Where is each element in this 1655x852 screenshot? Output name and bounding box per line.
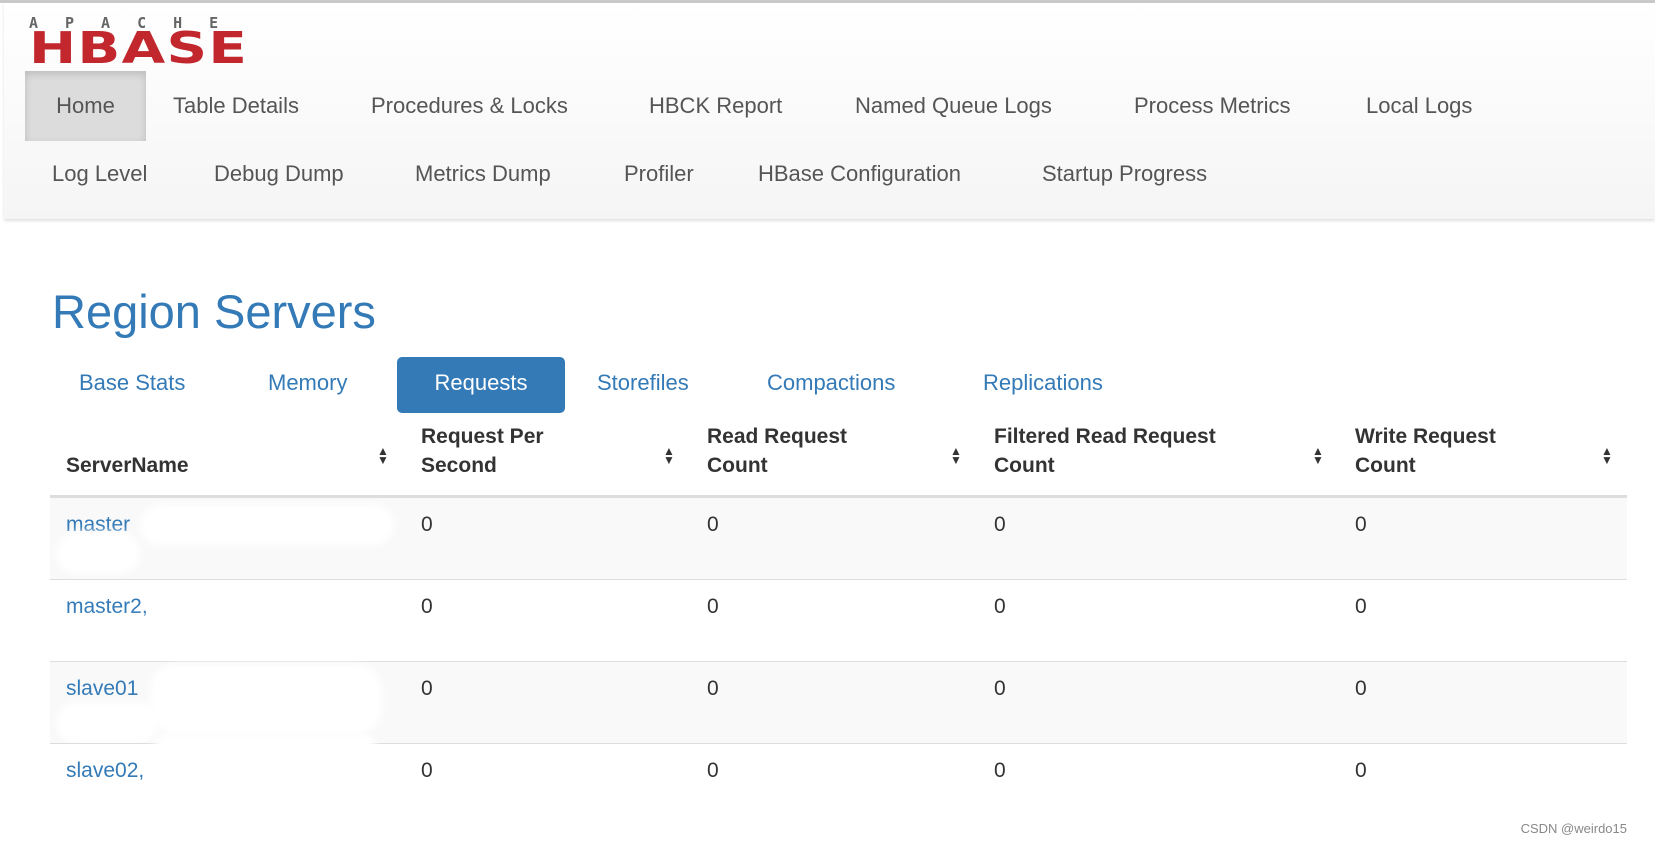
nav-log-level[interactable]: Log Level — [52, 139, 147, 209]
col-header-line: Count — [994, 454, 1055, 477]
cell-write-request-count: 0 — [1355, 513, 1367, 536]
page-title: Region Servers — [52, 285, 376, 338]
hbase-logo[interactable]: APACHE HBASE — [29, 14, 291, 74]
cell-request-per-second: 0 — [421, 595, 433, 618]
table-row: master 0 0 0 0 — [50, 497, 1627, 580]
redaction-mask — [62, 538, 134, 568]
nav-process-metrics[interactable]: Process Metrics — [1134, 71, 1290, 141]
server-link[interactable]: master2, — [66, 592, 148, 621]
table-row: slave01 0 0 0 0 — [50, 661, 1627, 744]
cell-write-request-count: 0 — [1355, 677, 1367, 700]
sort-icon[interactable]: ▲ ▼ — [663, 445, 675, 466]
cell-filtered-read-request-count: 0 — [994, 677, 1006, 700]
tab-compactions[interactable]: Compactions — [767, 357, 895, 413]
nav-local-logs[interactable]: Local Logs — [1366, 71, 1472, 141]
col-header-servername-label: ServerName — [66, 454, 189, 477]
nav-profiler[interactable]: Profiler — [624, 139, 694, 209]
col-header-read-request-count[interactable]: Read Request Count — [707, 422, 847, 480]
nav-hbase-configuration[interactable]: HBase Configuration — [758, 139, 961, 209]
redaction-mask — [160, 740, 370, 752]
cell-read-request-count: 0 — [707, 677, 719, 700]
col-header-line: Second — [421, 454, 497, 477]
sort-icon[interactable]: ▲ ▼ — [950, 445, 962, 466]
sort-icon[interactable]: ▲ ▼ — [377, 445, 389, 466]
nav-named-queue-logs[interactable]: Named Queue Logs — [855, 71, 1052, 141]
server-link[interactable]: slave01 — [66, 674, 138, 703]
nav-hbck-report[interactable]: HBCK Report — [649, 71, 782, 141]
watermark: CSDN @weirdo15 — [1520, 821, 1627, 836]
col-header-write-request-count[interactable]: Write Request Count — [1355, 422, 1496, 480]
cell-read-request-count: 0 — [707, 595, 719, 618]
navbar: APACHE HBASE Home Table Details Procedur… — [4, 3, 1655, 219]
col-header-line: Request Per — [421, 425, 544, 448]
tab-base-stats[interactable]: Base Stats — [79, 357, 185, 413]
table-row: slave02, 0 0 0 0 — [50, 740, 1627, 802]
table-row: master2, 0 0 0 0 — [50, 579, 1627, 662]
redaction-mask — [146, 510, 388, 540]
tab-replications[interactable]: Replications — [983, 357, 1103, 413]
nav-startup-progress[interactable]: Startup Progress — [1042, 139, 1207, 209]
cell-read-request-count: 0 — [707, 513, 719, 536]
cell-write-request-count: 0 — [1355, 759, 1367, 782]
col-header-request-per-second[interactable]: Request Per Second — [421, 422, 544, 480]
cell-write-request-count: 0 — [1355, 595, 1367, 618]
cell-request-per-second: 0 — [421, 513, 433, 536]
nav-procedures-locks[interactable]: Procedures & Locks — [371, 71, 568, 141]
server-link[interactable]: slave02, — [66, 756, 144, 785]
nav-debug-dump[interactable]: Debug Dump — [214, 139, 344, 209]
logo-hbase-text: HBASE — [29, 23, 249, 74]
server-link[interactable]: master — [66, 510, 130, 539]
sort-icon[interactable]: ▲ ▼ — [1312, 445, 1324, 466]
redaction-mask — [60, 624, 260, 658]
col-header-line: Count — [707, 454, 768, 477]
sort-icon[interactable]: ▲ ▼ — [1601, 445, 1613, 466]
tab-memory[interactable]: Memory — [268, 357, 347, 413]
nav-metrics-dump[interactable]: Metrics Dump — [415, 139, 551, 209]
cell-request-per-second: 0 — [421, 677, 433, 700]
tab-storefiles[interactable]: Storefiles — [597, 357, 689, 413]
cell-read-request-count: 0 — [707, 759, 719, 782]
col-header-line: Read Request — [707, 425, 848, 448]
tab-requests[interactable]: Requests — [397, 357, 565, 413]
col-header-line: Write Request — [1355, 425, 1496, 448]
nav-table-details[interactable]: Table Details — [173, 71, 299, 141]
cell-filtered-read-request-count: 0 — [994, 759, 1006, 782]
col-header-servername[interactable]: ServerName — [66, 451, 189, 480]
cell-filtered-read-request-count: 0 — [994, 513, 1006, 536]
cell-filtered-read-request-count: 0 — [994, 595, 1006, 618]
cell-request-per-second: 0 — [421, 759, 433, 782]
col-header-line: Filtered Read Request — [994, 425, 1216, 448]
nav-home[interactable]: Home — [25, 71, 146, 141]
col-header-line: Count — [1355, 454, 1416, 477]
redaction-mask — [156, 670, 376, 728]
redaction-mask — [62, 708, 152, 738]
col-header-filtered-read-request-count[interactable]: Filtered Read Request Count — [994, 422, 1216, 480]
